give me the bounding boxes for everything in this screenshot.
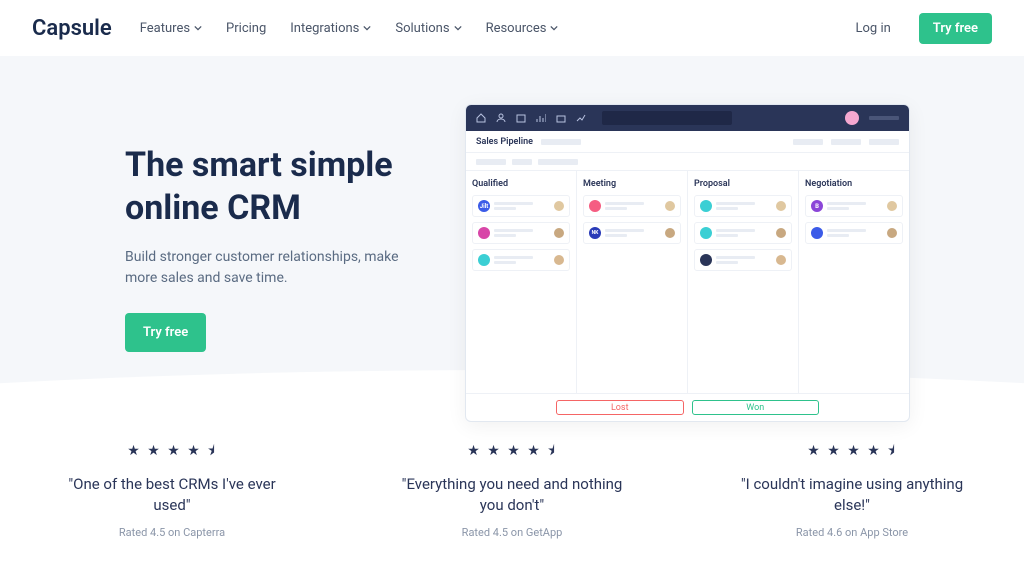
review-quote: "Everything you need and nothing you don… [392,474,632,516]
kanban-card: B [805,195,903,217]
review-quote: "One of the best CRMs I've ever used" [52,474,292,516]
kanban-card [472,222,570,244]
reviews: ★ ★ ★ ★ ⯨ "One of the best CRMs I've eve… [0,440,1024,539]
top-nav: Capsule Features Pricing Integrations So… [0,0,1024,56]
col-qualified: Qualified Jilt [466,171,577,393]
briefcase-icon [556,113,566,123]
hero-try-free-button[interactable]: Try free [125,313,206,352]
nav-pricing[interactable]: Pricing [226,21,266,36]
mock-topbar [466,105,909,131]
kanban-card: NK [583,222,681,244]
star-rating: ★ ★ ★ ★ ⯨ [52,440,292,464]
kanban-card [694,195,792,217]
chevron-down-icon [194,24,202,32]
won-button[interactable]: Won [692,400,820,415]
nav-integrations[interactable]: Integrations [290,21,371,36]
login-link[interactable]: Log in [856,21,891,36]
review-appstore: ★ ★ ★ ★ ⯨ "I couldn't imagine using anyt… [732,440,972,539]
trend-icon [576,113,586,123]
breadcrumb-label: Sales Pipeline [476,137,533,147]
col-meeting: Meeting NK [577,171,688,393]
kanban-card [694,249,792,271]
avatar [845,111,859,125]
nav-links: Features Pricing Integrations Solutions … [140,21,559,36]
home-icon [476,113,486,123]
mock-breadcrumb: Sales Pipeline [466,131,909,153]
kanban-card [472,249,570,271]
col-header: Proposal [694,179,792,195]
lost-button[interactable]: Lost [556,400,684,415]
hero-subtitle: Build stronger customer relationships, m… [125,247,405,289]
mock-search [602,111,732,125]
mock-toolbar [466,153,909,171]
col-header: Qualified [472,179,570,195]
mock-footer: Lost Won [466,393,909,421]
mock-columns: Qualified Jilt Meeting NK Proposal Negot… [466,171,909,393]
try-free-button[interactable]: Try free [919,13,992,44]
review-source: Rated 4.5 on Capterra [52,526,292,539]
review-getapp: ★ ★ ★ ★ ⯨ "Everything you need and nothi… [392,440,632,539]
col-header: Negotiation [805,179,903,195]
nav-solutions[interactable]: Solutions [395,21,461,36]
kanban-card: Jilt [472,195,570,217]
hero: The smart simple online CRM Build strong… [0,56,1024,422]
col-proposal: Proposal [688,171,799,393]
kanban-card [805,222,903,244]
kanban-card [583,195,681,217]
review-source: Rated 4.6 on App Store [732,526,972,539]
chevron-down-icon [454,24,462,32]
chevron-down-icon [550,24,558,32]
star-rating: ★ ★ ★ ★ ⯨ [392,440,632,464]
crm-screenshot: Sales Pipeline Qualified Jilt Meeting NK… [465,104,910,422]
kanban-card [694,222,792,244]
chevron-down-icon [363,24,371,32]
chart-icon [536,113,546,123]
nav-resources[interactable]: Resources [486,21,559,36]
hero-title: The smart simple online CRM [125,144,425,229]
star-rating: ★ ★ ★ ★ ⯨ [732,440,972,464]
nav-features[interactable]: Features [140,21,202,36]
logo[interactable]: Capsule [32,16,112,41]
col-header: Meeting [583,179,681,195]
person-icon [496,113,506,123]
review-capterra: ★ ★ ★ ★ ⯨ "One of the best CRMs I've eve… [52,440,292,539]
review-quote: "I couldn't imagine using anything else!… [732,474,972,516]
mock-menu-line [869,116,899,120]
hero-copy: The smart simple online CRM Build strong… [125,104,425,422]
col-negotiation: Negotiation B [799,171,909,393]
calendar-icon [516,113,526,123]
review-source: Rated 4.5 on GetApp [392,526,632,539]
